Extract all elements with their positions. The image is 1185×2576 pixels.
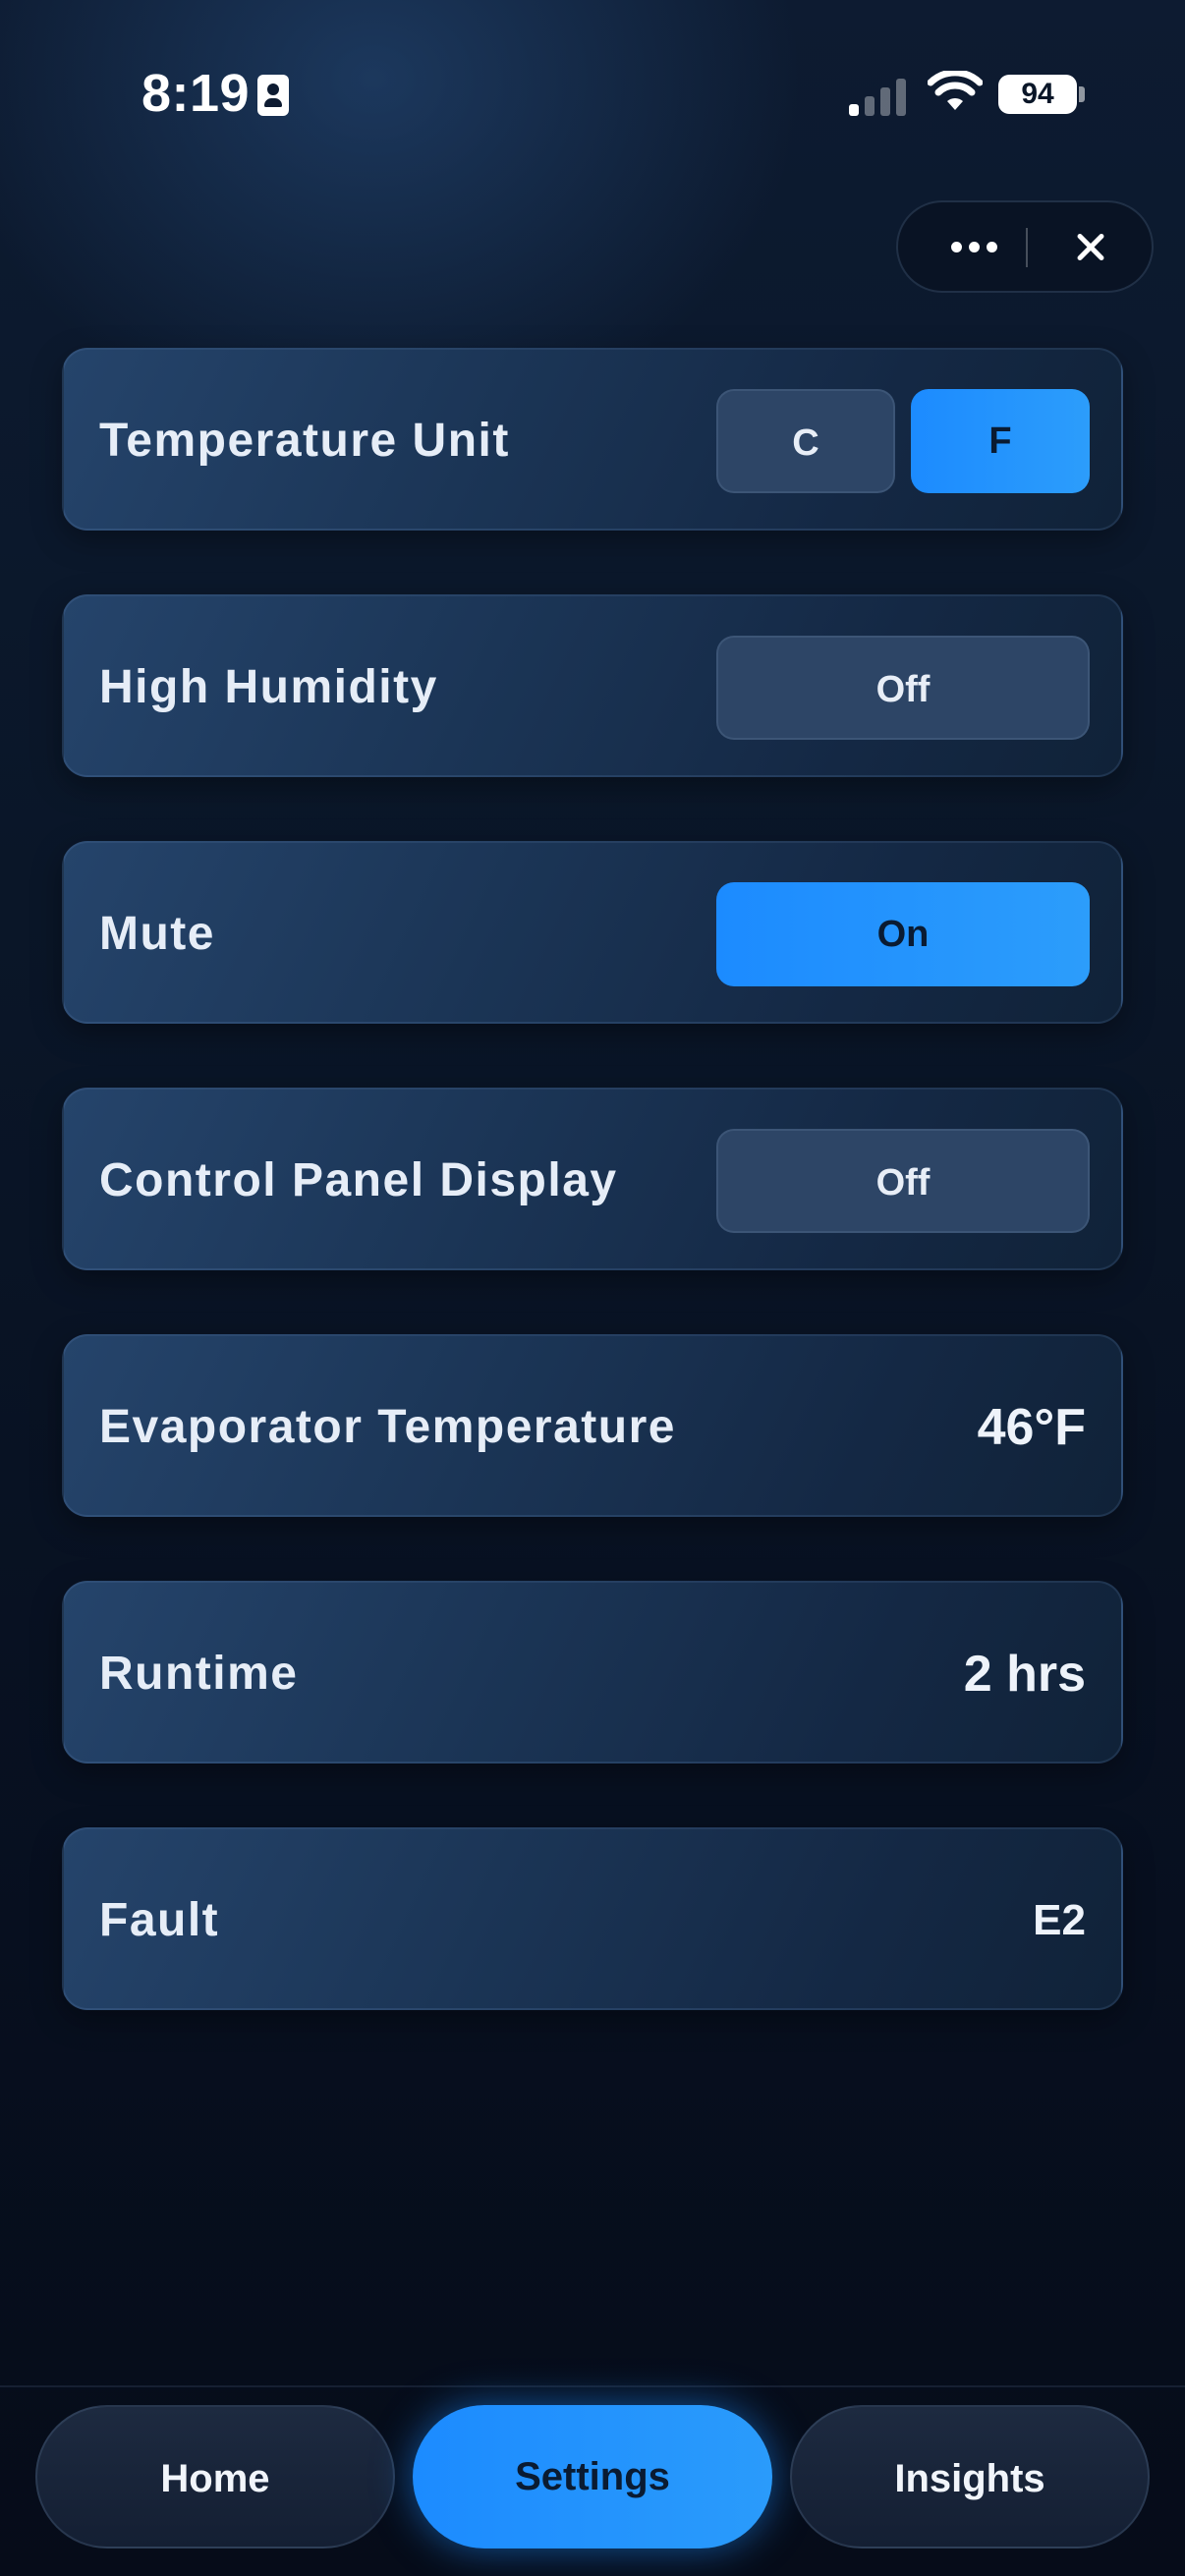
mute-toggle[interactable]: On [716,882,1090,986]
control-panel-display-label: Control Panel Display [99,1154,618,1206]
fault-card: Fault E2 [62,1827,1123,2010]
evaporator-temperature-label: Evaporator Temperature [99,1401,676,1453]
runtime-value: 2 hrs [963,1646,1086,1703]
capsule-menu [896,200,1154,293]
unit-c-button[interactable]: C [716,389,895,493]
temperature-unit-label: Temperature Unit [99,415,510,467]
evaporator-temperature-card: Evaporator Temperature 46°F [62,1334,1123,1517]
mute-card: Mute On [62,841,1123,1024]
unit-f-button[interactable]: F [911,389,1090,493]
close-icon[interactable] [1047,202,1136,291]
high-humidity-card: High Humidity Off [62,594,1123,777]
battery-level: 94 [1021,78,1054,110]
status-bar: 8:19 94 [0,0,1185,196]
control-panel-display-toggle[interactable]: Off [716,1129,1090,1233]
more-dots-icon[interactable] [922,202,1026,291]
temperature-unit-card: Temperature Unit C F [62,348,1123,531]
nav-settings-button[interactable]: Settings [413,2405,772,2548]
runtime-label: Runtime [99,1648,299,1700]
fault-label: Fault [99,1894,220,1946]
status-time: 8:19 [141,64,251,123]
evaporator-temperature-value: 46°F [977,1399,1086,1456]
battery-tip [1079,86,1085,102]
control-panel-display-card: Control Panel Display Off [62,1088,1123,1270]
cellular-signal-icon [849,77,908,116]
wifi-icon [928,71,983,110]
high-humidity-toggle[interactable]: Off [716,636,1090,740]
mute-label: Mute [99,908,215,960]
bottom-nav-divider [0,2385,1185,2387]
contact-card-icon [257,75,289,116]
capsule-divider [1026,228,1028,267]
runtime-card: Runtime 2 hrs [62,1581,1123,1764]
fault-value: E2 [1033,1896,1086,1944]
high-humidity-label: High Humidity [99,661,438,713]
nav-insights-button[interactable]: Insights [790,2405,1150,2548]
nav-home-button[interactable]: Home [35,2405,395,2548]
